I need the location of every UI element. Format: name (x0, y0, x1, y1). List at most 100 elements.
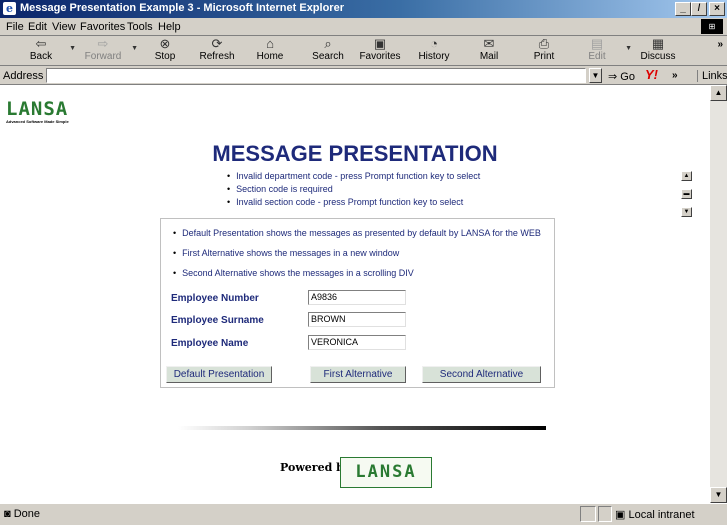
menu-file[interactable]: File (6, 21, 24, 33)
scroll-up-icon[interactable]: ▲ (681, 171, 692, 181)
stop-icon: ⊗ (159, 36, 171, 51)
menu-help[interactable]: Help (158, 21, 181, 33)
refresh-label: Refresh (199, 51, 235, 62)
favorites-button[interactable]: ▣ Favorites (353, 36, 407, 63)
discuss-button[interactable]: ▦ Discuss (631, 36, 685, 63)
forward-arrow-icon: ⇨ (97, 36, 109, 51)
menu-favorites[interactable]: Favorites (80, 21, 125, 33)
minimize-button[interactable]: _ (675, 2, 691, 16)
error-message: Invalid section code - press Prompt func… (227, 196, 480, 209)
favorites-label: Favorites (359, 51, 401, 62)
error-message: Section code is required (227, 183, 480, 196)
menu-view[interactable]: View (52, 21, 76, 33)
vertical-scrollbar[interactable]: ▲ ▼ (710, 85, 727, 503)
go-button[interactable]: ⇒ Go (608, 70, 635, 83)
home-icon: ⌂ (266, 36, 274, 51)
back-dropdown-icon[interactable]: ▼ (69, 45, 76, 52)
discuss-label: Discuss (640, 51, 676, 62)
favorites-icon: ▣ (373, 36, 387, 51)
toolbar-more-icon[interactable]: » (717, 39, 723, 50)
status-bar: ◙ Done ▣ Local intranet (0, 503, 727, 525)
edit-icon: ▤ (590, 36, 604, 51)
mail-button[interactable]: ✉ Mail (462, 36, 516, 63)
yahoo-toolbar-icon[interactable]: Y! (645, 67, 658, 82)
back-label: Back (29, 51, 53, 62)
info-item: Default Presentation shows the messages … (173, 228, 541, 238)
back-arrow-icon: ⇦ (35, 36, 47, 51)
print-icon: ⎙ (538, 36, 550, 51)
scroll-middle-icon[interactable]: ▬ (681, 189, 692, 199)
edit-label: Edit (588, 51, 606, 62)
error-message-list: Invalid department code - press Prompt f… (227, 170, 480, 209)
first-alternative-button[interactable]: First Alternative (310, 366, 406, 383)
default-presentation-button[interactable]: Default Presentation (166, 366, 272, 383)
status-pane (598, 506, 612, 522)
lansa-logo-letters: LANSA (6, 98, 69, 120)
close-button[interactable]: × (709, 2, 725, 16)
back-button[interactable]: ⇦ Back ▼ (14, 36, 76, 63)
go-label: Go (620, 71, 635, 83)
powered-by-lansa-logo[interactable]: LANSA (340, 457, 432, 488)
mail-icon: ✉ (483, 36, 495, 51)
employee-surname-input[interactable]: BROWN (308, 312, 406, 327)
status-text: ◙ Done (4, 508, 40, 520)
menu-tools[interactable]: Tools (127, 21, 153, 33)
error-message: Invalid department code - press Prompt f… (227, 170, 480, 183)
go-arrow-icon: ⇒ (608, 71, 618, 83)
lansa-logo-tagline: Advanced Software Made Simple (6, 119, 69, 124)
scroll-down-arrow-icon[interactable]: ▼ (710, 487, 727, 503)
second-alternative-button[interactable]: Second Alternative (422, 366, 541, 383)
powered-logo-letters: LANSA (355, 462, 417, 482)
print-button[interactable]: ⎙ Print (517, 36, 571, 63)
page-title-text: MESSAGE PRESENTATION (212, 141, 498, 166)
mail-label: Mail (479, 51, 499, 62)
home-button[interactable]: ⌂ Home (243, 36, 297, 63)
maximize-button[interactable]: ̸ (691, 2, 707, 16)
address-dropdown-icon[interactable]: ▼ (589, 68, 602, 83)
window-controls: _ ̸ × (675, 2, 725, 16)
address-input[interactable] (46, 68, 586, 83)
refresh-button[interactable]: ⟳ Refresh (190, 36, 244, 63)
links-button[interactable]: Links (697, 70, 727, 82)
info-item: First Alternative shows the messages in … (173, 248, 399, 258)
page-title: MESSAGE PRESENTATION (0, 141, 710, 167)
refresh-icon: ⟳ (211, 36, 223, 51)
divider-bar (178, 426, 546, 430)
stop-label: Stop (154, 51, 176, 62)
employee-number-label: Employee Number (171, 293, 259, 304)
search-button[interactable]: ⌕ Search (301, 36, 355, 63)
scroll-down-icon[interactable]: ▼ (681, 207, 692, 217)
stop-button[interactable]: ⊗ Stop (138, 36, 192, 63)
title-bar: e Message Presentation Example 3 - Micro… (0, 0, 727, 18)
security-zone-label: Local intranet (628, 509, 695, 521)
employee-number-input[interactable]: A9836 (308, 290, 406, 305)
edit-button[interactable]: ▤ Edit ▼ (570, 36, 632, 63)
scroll-up-arrow-icon[interactable]: ▲ (710, 85, 727, 101)
address-label: Address (3, 70, 44, 82)
yahoo-more-icon[interactable]: » (672, 70, 678, 81)
forward-dropdown-icon[interactable]: ▼ (131, 45, 138, 52)
status-pane (580, 506, 596, 522)
print-label: Print (533, 51, 555, 62)
history-button[interactable]: ◔ History (407, 37, 461, 63)
message-scroll-controls: ▲ ▬ ▼ (681, 171, 693, 225)
employee-surname-label: Employee Surname (171, 315, 264, 326)
menu-edit[interactable]: Edit (28, 21, 47, 33)
discuss-icon: ▦ (651, 36, 665, 51)
ie-icon: e (3, 2, 16, 15)
employee-name-input[interactable]: VERONICA (308, 335, 406, 350)
windows-logo-icon: ⊞ (701, 19, 723, 34)
forward-label: Forward (84, 51, 122, 62)
window-title: Message Presentation Example 3 - Microso… (20, 2, 344, 14)
security-zone: ▣ Local intranet (615, 508, 695, 521)
intranet-icon: ▣ (615, 509, 626, 521)
home-label: Home (256, 51, 284, 62)
search-label: Search (312, 51, 344, 62)
info-item: Second Alternative shows the messages in… (173, 268, 414, 278)
history-label: History (418, 51, 450, 62)
search-icon: ⌕ (324, 36, 332, 51)
lansa-logo: LANSA Advanced Software Made Simple (6, 98, 69, 124)
status-label: Done (13, 508, 41, 520)
forward-button[interactable]: ⇨ Forward ▼ (76, 36, 138, 63)
page-content: LANSA Advanced Software Made Simple MESS… (0, 85, 710, 503)
